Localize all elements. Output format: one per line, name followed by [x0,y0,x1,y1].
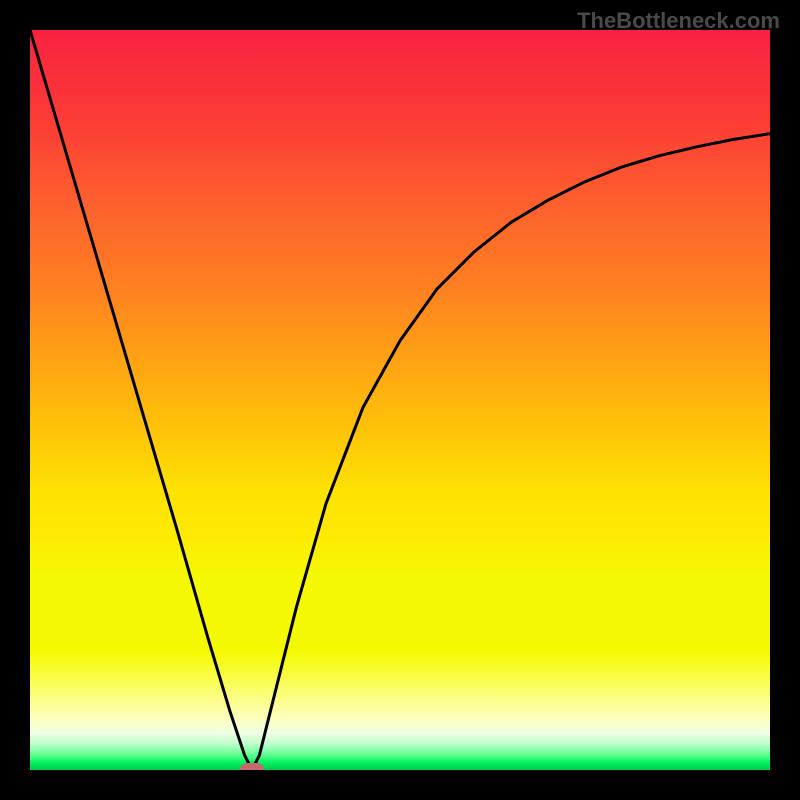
chart-curve-svg [30,30,770,770]
optimal-point-marker [240,763,264,770]
watermark-text: TheBottleneck.com [577,8,780,34]
bottleneck-curve [30,30,770,770]
chart-plot-area [30,30,770,770]
